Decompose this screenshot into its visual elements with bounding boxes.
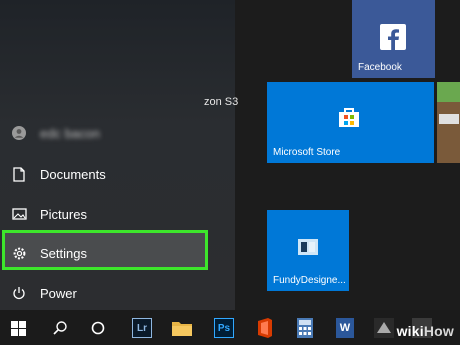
app-icon[interactable] xyxy=(372,316,396,340)
lightroom-label: Lr xyxy=(132,318,152,338)
file-explorer-icon[interactable] xyxy=(170,316,194,340)
partial-app-label: zon S3 xyxy=(204,96,239,108)
fundy-app-icon xyxy=(297,238,319,259)
facebook-icon xyxy=(380,24,406,50)
minecraft-tile[interactable] xyxy=(437,82,460,163)
taskbar: Lr Ps W xyxy=(0,310,460,345)
word-icon[interactable]: W xyxy=(333,316,357,340)
user-avatar-icon xyxy=(11,125,27,141)
power-label: Power xyxy=(40,285,77,301)
word-label: W xyxy=(336,318,354,338)
settings-label: Settings xyxy=(40,245,87,261)
fundydesigner-tile[interactable]: FundyDesigne... xyxy=(267,210,349,291)
microsoft-store-tile[interactable]: Microsoft Store xyxy=(267,82,434,163)
user-name: edc bacon xyxy=(40,125,100,141)
search-icon[interactable] xyxy=(48,316,72,340)
dirt-block xyxy=(437,102,460,163)
photoshop-icon[interactable]: Ps xyxy=(212,316,236,340)
calculator-icon[interactable] xyxy=(293,316,317,340)
facebook-tile-label: Facebook xyxy=(358,62,402,73)
facebook-tile[interactable]: Facebook xyxy=(352,0,435,78)
fundydesigner-label: FundyDesigne... xyxy=(273,275,346,286)
minecraft-logo xyxy=(439,114,459,124)
lightroom-icon[interactable]: Lr xyxy=(130,316,154,340)
user-account[interactable]: edc bacon xyxy=(0,113,235,153)
office-icon[interactable] xyxy=(253,316,277,340)
start-button[interactable] xyxy=(6,316,30,340)
cortana-icon[interactable] xyxy=(86,316,110,340)
watermark-part1: wiki xyxy=(396,323,424,339)
documents-label: Documents xyxy=(40,166,106,182)
store-bag-icon xyxy=(337,106,361,131)
power-item[interactable]: Power xyxy=(0,273,235,313)
pictures-icon xyxy=(11,206,27,222)
power-icon xyxy=(11,285,27,301)
settings-item[interactable]: Settings xyxy=(0,233,235,273)
pictures-item[interactable]: Pictures xyxy=(0,194,235,234)
watermark-part2: How xyxy=(423,323,454,339)
documents-item[interactable]: Documents xyxy=(0,154,235,194)
grass-block-top xyxy=(437,82,460,102)
pictures-label: Pictures xyxy=(40,206,87,222)
wikihow-watermark: wikiHow xyxy=(397,323,454,339)
document-icon xyxy=(11,166,27,182)
gear-icon xyxy=(11,245,27,261)
photoshop-label: Ps xyxy=(214,318,234,338)
microsoft-store-label: Microsoft Store xyxy=(273,147,341,158)
